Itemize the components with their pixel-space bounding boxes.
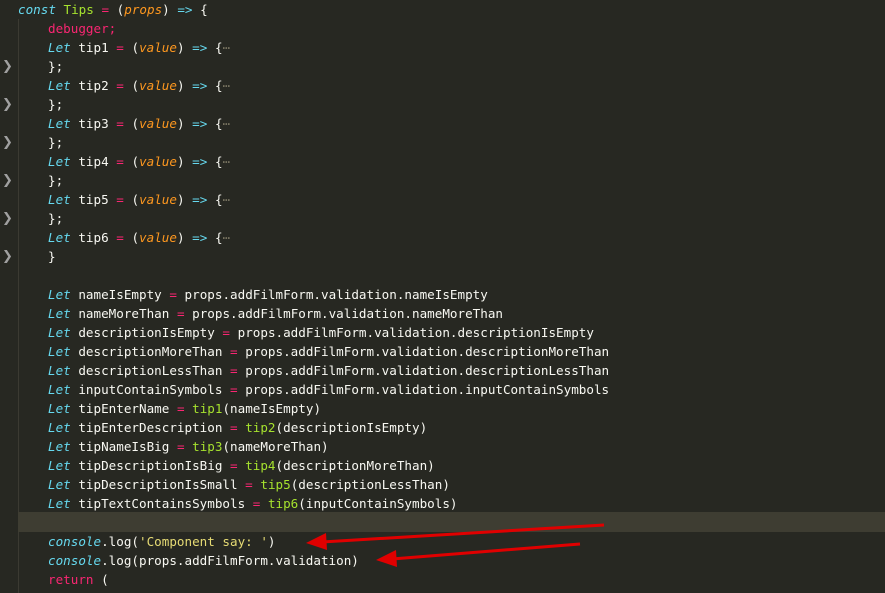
arrow-2 [376,542,581,567]
code-editor[interactable]: const Tips = (props) => { debugger; ❯ Le… [0,0,885,593]
annotation-arrows [306,523,605,567]
